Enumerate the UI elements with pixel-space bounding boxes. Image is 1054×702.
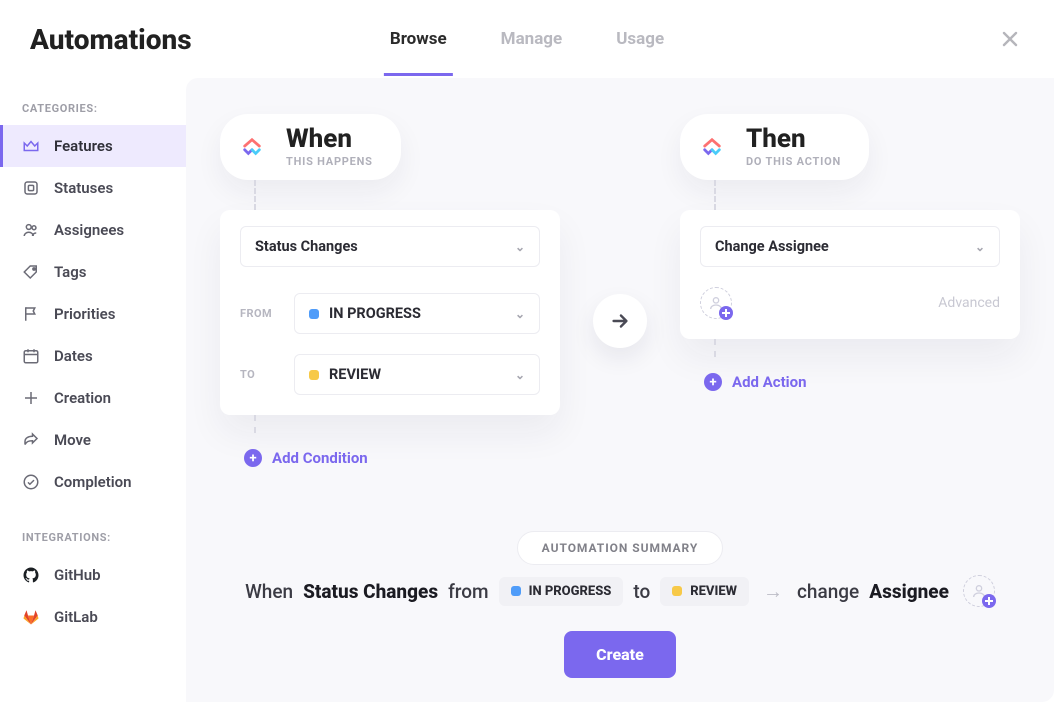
sidebar-item-label: Move: [54, 431, 91, 449]
chevron-down-icon: ⌄: [515, 369, 525, 381]
then-title: Then: [746, 126, 841, 153]
sidebar-heading-integrations: INTEGRATIONS:: [0, 503, 186, 554]
sidebar-item-statuses[interactable]: Statuses: [0, 167, 186, 209]
to-status-select[interactable]: REVIEW ⌄: [294, 354, 540, 395]
sidebar-item-label: Statuses: [54, 179, 113, 197]
summary-text: change: [797, 580, 859, 603]
chevron-down-icon: ⌄: [515, 308, 525, 320]
automation-canvas: When THIS HAPPENS Status Changes ⌄ FROM: [186, 78, 1054, 702]
add-condition-button[interactable]: + Add Condition: [220, 449, 560, 467]
sidebar-item-tags[interactable]: Tags: [0, 251, 186, 293]
gitlab-icon: [22, 608, 40, 626]
create-button[interactable]: Create: [564, 631, 676, 678]
flag-icon: [22, 305, 40, 323]
plus-circle-icon: +: [704, 373, 722, 391]
summary-trigger: Status Changes: [303, 580, 438, 603]
sidebar-item-label: Completion: [54, 473, 132, 491]
from-status-select[interactable]: IN PROGRESS ⌄: [294, 293, 540, 334]
plus-icon: [22, 389, 40, 407]
flow-arrow: [593, 294, 647, 348]
chevron-down-icon: ⌄: [975, 241, 985, 253]
connector-line: [714, 180, 716, 210]
status-color-swatch: [309, 370, 319, 380]
status-color-swatch: [309, 309, 319, 319]
summary-text: from: [448, 580, 489, 603]
user-icon: [708, 295, 724, 311]
when-title: When: [286, 126, 373, 153]
tab-usage[interactable]: Usage: [610, 3, 670, 76]
advanced-link[interactable]: Advanced: [938, 295, 1000, 311]
tab-manage[interactable]: Manage: [495, 3, 569, 76]
sidebar-item-assignees[interactable]: Assignees: [0, 209, 186, 251]
calendar-icon: [22, 347, 40, 365]
sidebar-item-label: Priorities: [54, 305, 115, 323]
sidebar-heading-categories: CATEGORIES:: [0, 102, 186, 125]
tab-browse[interactable]: Browse: [384, 3, 453, 76]
arrow-right-icon: [609, 310, 631, 332]
square-icon: [22, 179, 40, 197]
check-circle-icon: [22, 473, 40, 491]
chevron-down-icon: ⌄: [515, 241, 525, 253]
trigger-card: Status Changes ⌄ FROM IN PROGRESS ⌄ TO: [220, 210, 560, 415]
close-button[interactable]: [996, 25, 1024, 53]
clickup-logo-icon: [694, 129, 730, 165]
automation-summary: AUTOMATION SUMMARY When Status Changes f…: [220, 491, 1020, 678]
sidebar-item-label: GitLab: [54, 608, 98, 626]
users-icon: [22, 221, 40, 239]
github-icon: [22, 566, 40, 584]
sidebar-item-label: Features: [54, 137, 113, 155]
when-column: When THIS HAPPENS Status Changes ⌄ FROM: [220, 114, 560, 467]
crown-icon: [22, 137, 40, 155]
action-select[interactable]: Change Assignee ⌄: [700, 226, 1000, 267]
sidebar-item-label: Dates: [54, 347, 93, 365]
sidebar-item-label: Assignees: [54, 221, 124, 239]
sidebar-item-priorities[interactable]: Priorities: [0, 293, 186, 335]
summary-assignee-picker[interactable]: [963, 575, 995, 607]
user-icon: [971, 583, 987, 599]
trigger-select[interactable]: Status Changes ⌄: [240, 226, 540, 267]
summary-status-from: IN PROGRESS: [499, 577, 624, 606]
sidebar-item-completion[interactable]: Completion: [0, 461, 186, 503]
summary-text: When: [245, 580, 293, 603]
assignee-picker[interactable]: [700, 287, 732, 319]
then-column: Then DO THIS ACTION Change Assignee ⌄: [680, 114, 1020, 391]
summary-status-to: REVIEW: [660, 577, 749, 606]
sidebar: CATEGORIES: Features Statuses Assignees …: [0, 78, 186, 702]
sidebar-item-creation[interactable]: Creation: [0, 377, 186, 419]
tab-bar: Browse Manage Usage: [384, 3, 670, 76]
action-card: Change Assignee ⌄ Advanced: [680, 210, 1020, 339]
connector-line: [254, 180, 256, 210]
connector-line: [254, 415, 256, 433]
summary-heading: AUTOMATION SUMMARY: [517, 531, 724, 565]
page-title: Automations: [30, 23, 192, 56]
sidebar-item-label: GitHub: [54, 566, 101, 584]
sidebar-item-features[interactable]: Features: [0, 125, 186, 167]
from-label: FROM: [240, 307, 280, 320]
arrow-right-icon: →: [759, 579, 787, 604]
sidebar-item-github[interactable]: GitHub: [0, 554, 186, 596]
then-header: Then DO THIS ACTION: [680, 114, 869, 180]
then-subtitle: DO THIS ACTION: [746, 155, 841, 168]
summary-action-target: Assignee: [869, 580, 949, 603]
clickup-logo-icon: [234, 129, 270, 165]
when-subtitle: THIS HAPPENS: [286, 155, 373, 168]
add-action-button[interactable]: + Add Action: [680, 373, 1020, 391]
sidebar-item-gitlab[interactable]: GitLab: [0, 596, 186, 638]
connector-line: [714, 339, 716, 357]
when-header: When THIS HAPPENS: [220, 114, 401, 180]
sidebar-item-label: Tags: [54, 263, 87, 281]
share-arrow-icon: [22, 431, 40, 449]
summary-text: to: [633, 580, 650, 603]
to-label: TO: [240, 368, 280, 381]
tag-icon: [22, 263, 40, 281]
close-icon: [1000, 29, 1020, 49]
sidebar-item-move[interactable]: Move: [0, 419, 186, 461]
plus-circle-icon: +: [244, 449, 262, 467]
sidebar-item-dates[interactable]: Dates: [0, 335, 186, 377]
sidebar-item-label: Creation: [54, 389, 111, 407]
